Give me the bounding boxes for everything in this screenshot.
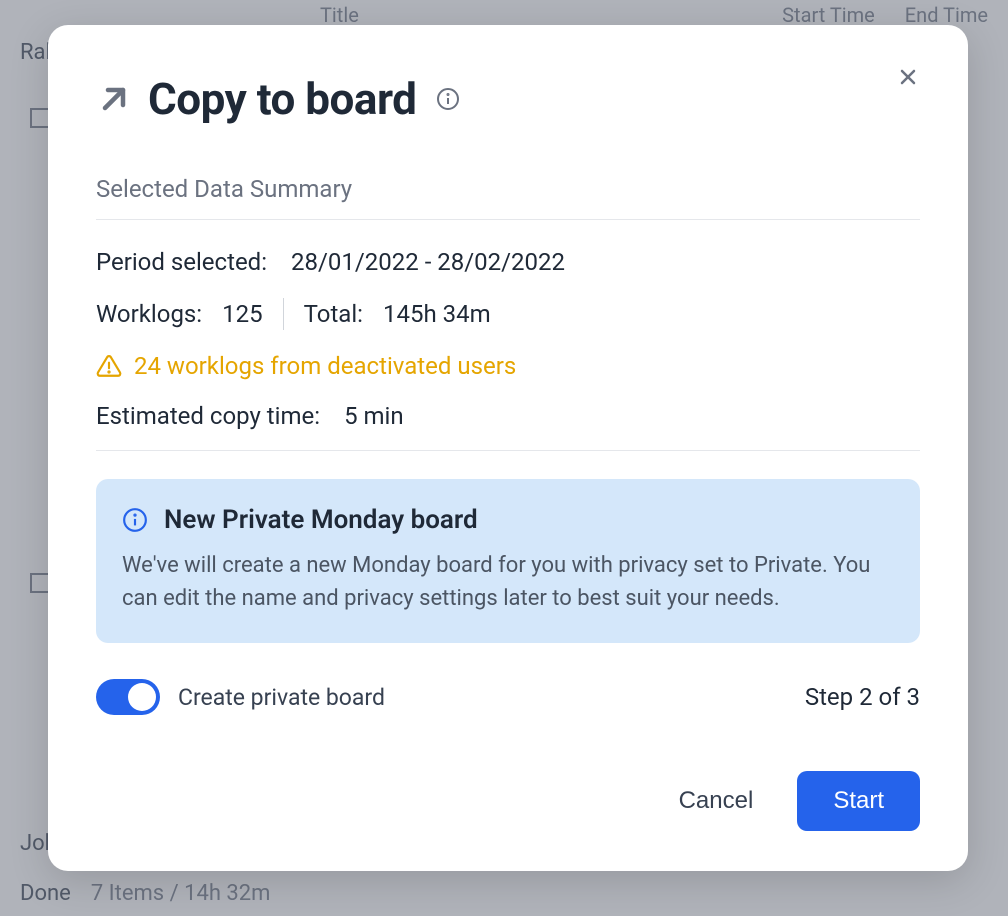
start-button[interactable]: Start (797, 771, 920, 831)
period-label: Period selected: (96, 248, 267, 276)
estimate-value: 5 min (344, 402, 404, 430)
info-icon (122, 507, 148, 533)
worklogs-label: Worklogs: (96, 300, 202, 328)
toggle-group: Create private board (96, 679, 385, 715)
actions-row: Cancel Start (96, 771, 920, 831)
section-title: Selected Data Summary (96, 175, 920, 203)
warning-text: 24 worklogs from deactivated users (134, 352, 516, 380)
period-row: Period selected: 28/01/2022 - 28/02/2022 (96, 248, 920, 276)
cancel-button[interactable]: Cancel (671, 775, 762, 827)
modal-title: Copy to board (148, 73, 416, 125)
total-value: 145h 34m (383, 300, 491, 328)
total-label: Total: (304, 300, 363, 328)
modal-header: Copy to board (96, 73, 920, 125)
close-button[interactable] (892, 61, 924, 93)
private-board-toggle[interactable] (96, 679, 160, 715)
info-box: New Private Monday board We've will crea… (96, 479, 920, 643)
estimate-label: Estimated copy time: (96, 402, 320, 430)
warning-row: 24 worklogs from deactivated users (96, 352, 920, 380)
warning-triangle-icon (96, 353, 122, 379)
divider (96, 450, 920, 451)
info-box-header: New Private Monday board (122, 505, 894, 535)
copy-to-board-modal: Copy to board Selected Data Summary Peri… (48, 25, 968, 871)
controls-row: Create private board Step 2 of 3 (96, 679, 920, 715)
stats-row: Worklogs: 125 Total: 145h 34m (96, 298, 920, 330)
estimate-row: Estimated copy time: 5 min (96, 402, 920, 430)
divider (96, 219, 920, 220)
toggle-label: Create private board (178, 684, 385, 711)
arrow-up-right-icon (96, 81, 132, 117)
worklogs-value: 125 (222, 300, 262, 328)
info-box-text: We've will create a new Monday board for… (122, 549, 894, 615)
step-indicator: Step 2 of 3 (805, 683, 920, 711)
vertical-divider (283, 298, 284, 330)
toggle-knob (128, 683, 156, 711)
info-icon[interactable] (436, 87, 460, 111)
period-value: 28/01/2022 - 28/02/2022 (291, 248, 565, 276)
info-box-title: New Private Monday board (164, 505, 478, 535)
